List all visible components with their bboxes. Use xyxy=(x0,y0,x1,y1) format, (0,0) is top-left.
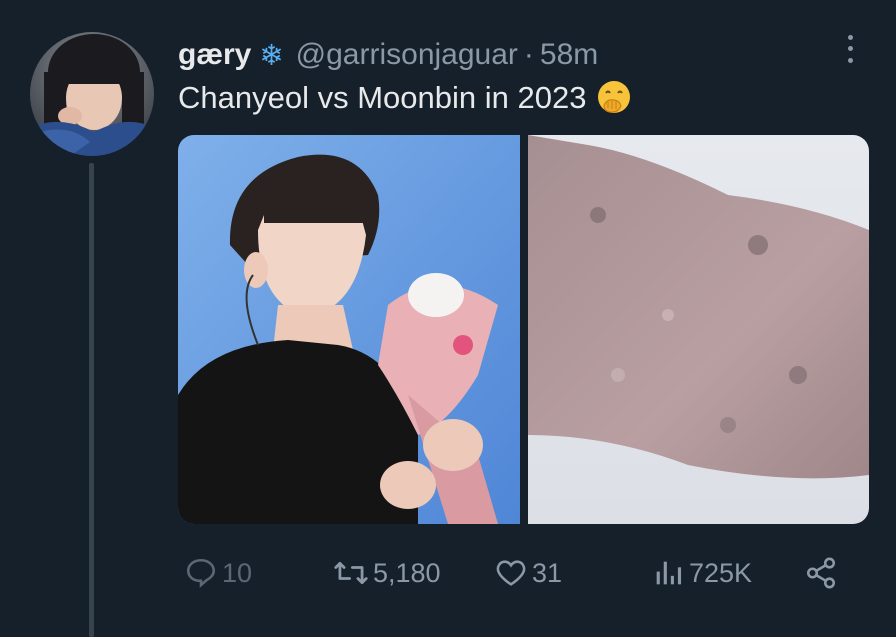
reply-count: 10 xyxy=(222,557,253,588)
tweet-text: Chanyeol vs Moonbin in 2023 xyxy=(178,80,587,115)
media-photo-1[interactable] xyxy=(178,135,520,524)
thread-line xyxy=(89,163,94,637)
tweet-header: gæry ❄ @garrisonjaguar · 58m xyxy=(178,35,598,75)
views-button[interactable]: 725K xyxy=(651,551,752,595)
handle[interactable]: @garrisonjaguar xyxy=(296,38,518,72)
like-button[interactable]: 31 xyxy=(494,551,562,595)
snowflake-icon: ❄ xyxy=(259,39,284,72)
avatar[interactable] xyxy=(30,32,154,156)
photo-man-with-flowers-icon xyxy=(178,135,520,524)
separator-dot: · xyxy=(523,38,534,71)
media-grid[interactable] xyxy=(178,135,869,524)
like-count: 31 xyxy=(532,557,563,588)
more-options-icon[interactable] xyxy=(838,32,862,66)
analytics-bar-icon xyxy=(656,561,682,585)
tweet-actions: 10 5,180 31 725K xyxy=(178,551,868,595)
display-name[interactable]: gæry xyxy=(178,38,251,72)
share-icon xyxy=(806,557,836,589)
share-button[interactable] xyxy=(804,551,838,595)
timestamp[interactable]: 58m xyxy=(540,38,598,72)
photo-pink-powder-icon xyxy=(528,135,869,524)
reply-icon xyxy=(186,558,216,588)
views-count: 725K xyxy=(689,557,753,588)
retweet-button[interactable]: 5,180 xyxy=(333,551,441,595)
avatar-image xyxy=(30,32,154,156)
media-photo-2[interactable] xyxy=(528,135,869,524)
heart-icon xyxy=(496,560,526,586)
retweet-icon xyxy=(334,561,368,585)
reply-button[interactable]: 10 xyxy=(184,551,252,595)
face-with-hand-over-mouth-icon xyxy=(598,81,631,113)
retweet-count: 5,180 xyxy=(373,557,441,588)
tweet-text-row: Chanyeol vs Moonbin in 2023 xyxy=(178,80,632,116)
